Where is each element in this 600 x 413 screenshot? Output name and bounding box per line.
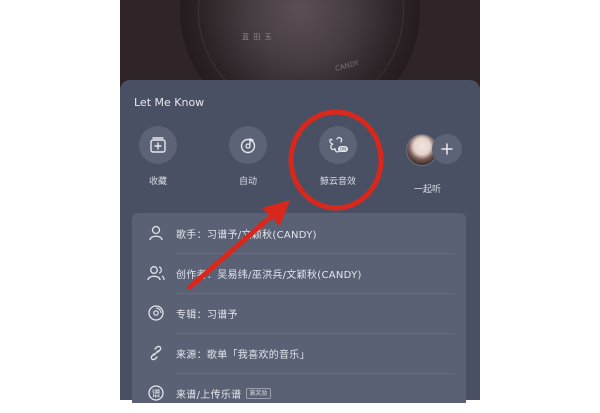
list-item-score[interactable]: 谱 来谱/上传乐谱 赢奖励 xyxy=(132,373,466,413)
whale-sound-effect-button[interactable]: ON 鲸云音效 xyxy=(308,126,368,187)
plus-icon xyxy=(441,143,453,155)
auto-icon-circle[interactable] xyxy=(229,126,267,164)
whale-sound-effect-label: 鲸云音效 xyxy=(319,177,356,187)
album-text: 专辑：习谱予 xyxy=(176,309,238,321)
collect-label: 收藏 xyxy=(148,177,167,187)
listen-together-button[interactable] xyxy=(406,134,466,174)
creator-icon xyxy=(146,263,166,283)
whale-sound-effect-icon: ON xyxy=(329,136,348,153)
source-text: 来源：歌单「我喜欢的音乐」 xyxy=(176,349,310,361)
collect-icon-circle[interactable] xyxy=(139,126,177,164)
auto-button[interactable]: 自动 xyxy=(218,126,278,187)
list-item-singer[interactable]: 歌手：习谱予/文颖秋(CANDY) xyxy=(132,213,466,253)
song-title: Let Me Know xyxy=(134,96,205,109)
auto-label: 自动 xyxy=(238,177,257,187)
source-link-icon xyxy=(146,343,166,363)
collect-button[interactable]: 收藏 xyxy=(128,126,188,187)
song-info-list: 歌手：习谱予/文颖秋(CANDY) 创作者：吴易纬/巫洪兵/文颖秋(CANDY) xyxy=(132,213,466,403)
add-listener-button[interactable] xyxy=(432,134,462,164)
reward-badge: 赢奖励 xyxy=(246,387,271,399)
more-options-sheet: Let Me Know 收藏 自动 ON 鲸云音效 一起听 歌手：习谱予/文颖秋… xyxy=(120,80,480,403)
svg-text:ON: ON xyxy=(340,147,346,152)
album-cover-text: 蓝 田 玉 xyxy=(242,33,273,41)
score-text: 来谱/上传乐谱 xyxy=(176,389,242,401)
list-item-creator[interactable]: 创作者：吴易纬/巫洪兵/文颖秋(CANDY) xyxy=(132,253,466,293)
collect-icon xyxy=(150,137,166,153)
score-icon: 谱 xyxy=(146,383,166,403)
list-item-album[interactable]: 专辑：习谱予 xyxy=(132,293,466,333)
album-icon xyxy=(146,303,166,323)
auto-disc-icon xyxy=(240,138,256,154)
list-item-source[interactable]: 来源：歌单「我喜欢的音乐」 xyxy=(132,333,466,373)
whale-sound-effect-icon-circle[interactable]: ON xyxy=(319,126,357,164)
listen-together-label: 一起听 xyxy=(414,185,442,195)
svg-text:谱: 谱 xyxy=(151,388,160,400)
creator-text: 创作者：吴易纬/巫洪兵/文颖秋(CANDY) xyxy=(176,269,362,281)
singer-text: 歌手：习谱予/文颖秋(CANDY) xyxy=(176,229,317,241)
singer-icon xyxy=(146,223,166,243)
action-row: 收藏 自动 ON 鲸云音效 一起听 xyxy=(120,126,480,202)
